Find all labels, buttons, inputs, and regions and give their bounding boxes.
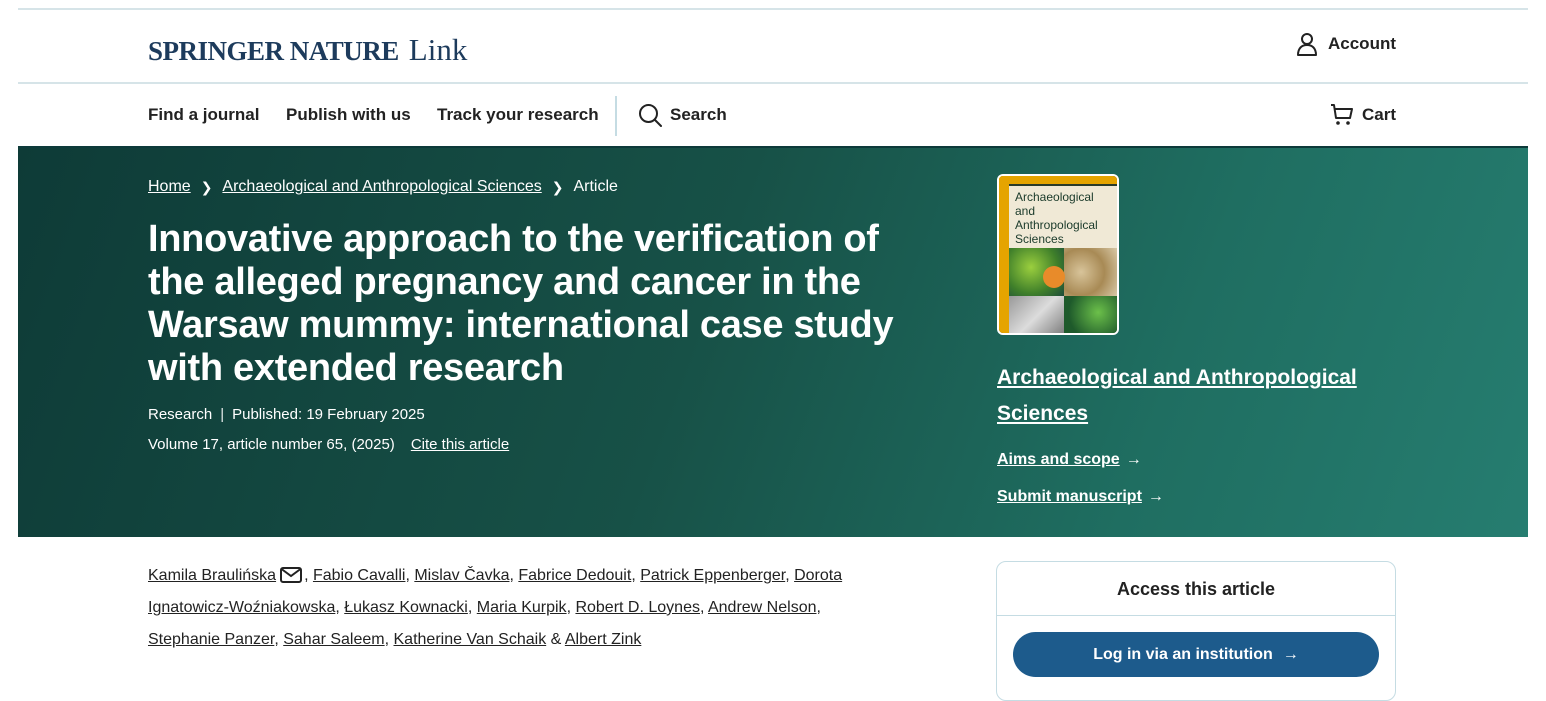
volume-info: Volume 17, article number 65, (2025): [148, 436, 395, 453]
aims-scope-link[interactable]: Aims and scope →: [997, 451, 1142, 469]
cover-title: Archaeological and Anthropological Scien…: [1015, 190, 1098, 246]
account-label: Account: [1328, 34, 1396, 53]
author-link[interactable]: Robert D. Loynes: [575, 599, 700, 616]
author-link[interactable]: Maria Kurpik: [477, 599, 567, 616]
author-link[interactable]: Patrick Eppenberger: [640, 567, 785, 584]
page-frame: SPRINGER NATURE Link Account Find a jour…: [18, 0, 1528, 701]
site-header: SPRINGER NATURE Link Account: [18, 10, 1528, 82]
cover-art: [1064, 248, 1117, 296]
cover-art: [1043, 266, 1065, 288]
cover-art: [1009, 296, 1064, 333]
chevron-right-icon: ❯: [200, 178, 213, 195]
article-hero: Home ❯ Archaeological and Anthropologica…: [18, 148, 1528, 537]
journal-cover-image[interactable]: Archaeological and Anthropological Scien…: [997, 174, 1119, 335]
author-link[interactable]: Stephanie Panzer: [148, 631, 274, 648]
breadcrumb-home[interactable]: Home: [148, 178, 191, 196]
article-type: Research: [148, 406, 213, 423]
account-button[interactable]: Account: [1296, 32, 1396, 56]
cover-stripe: [999, 176, 1009, 333]
cart-button[interactable]: Cart: [1330, 103, 1396, 127]
access-article-box: Access this article Log in via an instit…: [996, 561, 1396, 701]
author-link[interactable]: Kamila Braulińska: [148, 567, 276, 584]
journal-title-link[interactable]: Archaeological and Anthropological Scien…: [997, 360, 1397, 432]
article-volume-row: Volume 17, article number 65, (2025) Cit…: [148, 436, 509, 453]
submit-manuscript-link[interactable]: Submit manuscript →: [997, 488, 1164, 506]
search-button[interactable]: Search: [638, 103, 727, 127]
arrow-right-icon: →: [1125, 451, 1142, 468]
email-icon[interactable]: [280, 567, 303, 583]
author-link[interactable]: Fabrice Dedouit: [518, 567, 631, 584]
arrow-right-icon: →: [1147, 488, 1164, 505]
cart-icon: [1330, 104, 1353, 125]
chevron-right-icon: ❯: [551, 178, 564, 195]
access-heading: Access this article: [997, 562, 1395, 616]
author-link[interactable]: Andrew Nelson: [708, 599, 817, 616]
author-link[interactable]: Mislav Čavka: [414, 567, 509, 584]
cart-label: Cart: [1361, 105, 1396, 124]
cover-top-band: [999, 176, 1117, 184]
login-label: Log in via an institution: [1093, 645, 1273, 663]
arrow-right-icon: →: [1282, 645, 1299, 663]
nav-track-research[interactable]: Track your research: [437, 105, 599, 125]
breadcrumb: Home ❯ Archaeological and Anthropologica…: [148, 178, 618, 196]
published-date: Published: 19 February 2025: [232, 406, 425, 423]
author-list: Kamila Braulińska, Fabio Cavalli, Mislav…: [148, 567, 843, 648]
breadcrumb-current: Article: [573, 178, 618, 195]
author-link[interactable]: Łukasz Kownacki: [344, 599, 468, 616]
article-meta: Research | Published: 19 February 2025: [148, 406, 425, 423]
nav-divider: [615, 96, 617, 136]
cite-article-link[interactable]: Cite this article: [411, 436, 509, 453]
brand-product: Link: [408, 32, 468, 67]
author-link[interactable]: Katherine Van Schaik: [394, 631, 547, 648]
author-link[interactable]: Sahar Saleem: [283, 631, 384, 648]
search-label: Search: [670, 105, 727, 124]
aims-scope-label: Aims and scope: [997, 451, 1120, 468]
meta-separator: |: [220, 406, 225, 423]
breadcrumb-journal[interactable]: Archaeological and Anthropological Scien…: [222, 178, 541, 196]
main-nav: Find a journal Publish with us Track you…: [18, 84, 1528, 148]
springer-nature-link-logo[interactable]: SPRINGER NATURE Link: [148, 32, 467, 68]
search-icon: [639, 104, 662, 127]
user-icon: [1297, 33, 1317, 56]
cover-art: [1064, 296, 1117, 333]
article-title: Innovative approach to the verification …: [148, 218, 894, 389]
institution-login-button[interactable]: Log in via an institution →: [1013, 632, 1379, 677]
submit-manuscript-label: Submit manuscript: [997, 488, 1142, 505]
author-link[interactable]: Albert Zink: [565, 631, 641, 648]
nav-publish-with-us[interactable]: Publish with us: [286, 105, 411, 125]
author-link[interactable]: Fabio Cavalli: [313, 567, 405, 584]
nav-find-journal[interactable]: Find a journal: [148, 105, 259, 125]
brand-name: SPRINGER NATURE: [148, 36, 399, 66]
